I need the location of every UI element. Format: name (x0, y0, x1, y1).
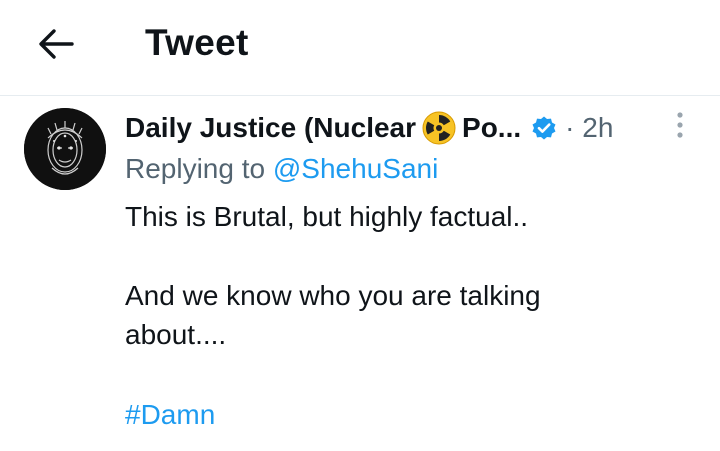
replying-handle-link[interactable]: @ShehuSani (273, 153, 438, 184)
verified-badge-icon (532, 116, 556, 140)
radioactive-icon (422, 111, 456, 145)
avatar[interactable] (24, 108, 106, 190)
author-row[interactable]: Daily Justice (Nuclear Po... · 2h (125, 111, 613, 145)
tweet-time[interactable]: · 2h (565, 112, 613, 144)
hashtag-link[interactable]: #Damn (125, 395, 215, 435)
more-options-button[interactable] (664, 109, 696, 141)
avatar-image (24, 108, 106, 190)
replying-to: Replying to @ShehuSani (125, 153, 438, 185)
tweet-text-line-3: about.... (125, 319, 227, 350)
tweet-text-line-2: And we know who you are talking (125, 280, 541, 311)
top-bar: Tweet (0, 0, 720, 96)
back-button[interactable] (30, 20, 82, 68)
more-vertical-icon (677, 112, 683, 138)
tweet[interactable]: Daily Justice (Nuclear Po... · 2h Replyi… (0, 97, 720, 451)
page-title: Tweet (145, 22, 249, 63)
author-name-end[interactable]: Po... (462, 112, 521, 144)
author-name-start[interactable]: Daily Justice (Nuclear (125, 112, 416, 144)
arrow-left-icon (39, 29, 74, 59)
tweet-text-line-1: This is Brutal, but highly factual.. (125, 201, 529, 232)
replying-label: Replying to (125, 153, 266, 184)
